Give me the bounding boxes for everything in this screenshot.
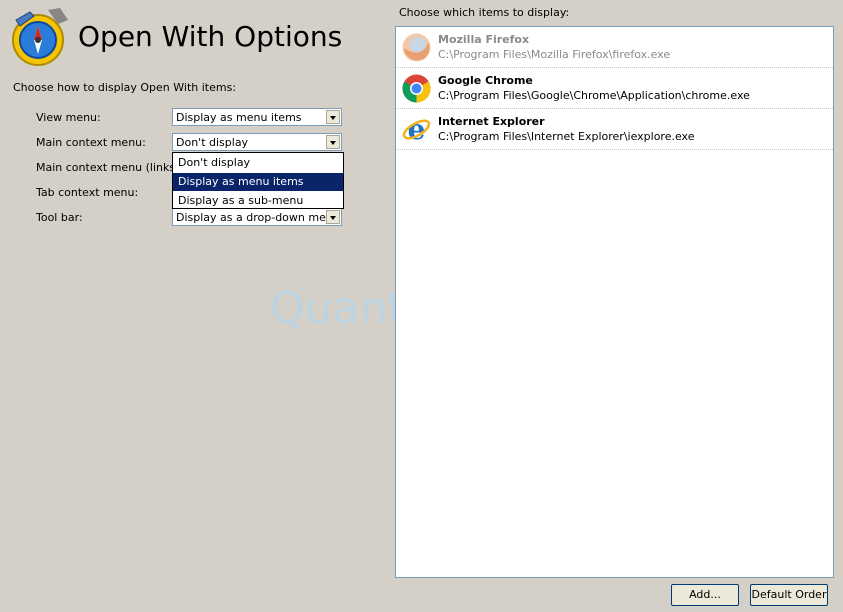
toolbar-label: Tool bar: [36,211,83,224]
main-context-menu-label: Main context menu: [36,136,146,149]
page-title: Open With Options [78,20,343,53]
browser-list[interactable]: Mozilla Firefox C:\Program Files\Mozilla… [395,26,834,578]
add-button[interactable]: Add... [671,584,739,606]
toolbar-select[interactable]: Display as a drop-down menu [172,208,342,226]
view-menu-select[interactable]: Display as menu items [172,108,342,126]
chevron-down-icon[interactable] [326,210,340,224]
toolbar-value: Display as a drop-down menu [176,211,340,224]
dropdown-option[interactable]: Don't display [173,154,343,172]
main-context-menu-dropdown: Don't display Display as menu items Disp… [172,152,344,209]
item-path: C:\Program Files\Mozilla Firefox\firefox… [438,48,671,61]
list-item[interactable]: e Internet Explorer C:\Program Files\Int… [396,109,833,150]
internet-explorer-icon: e [401,113,432,146]
default-order-button[interactable]: Default Order [750,584,828,606]
main-context-menu-select[interactable]: Don't display [172,133,342,151]
chevron-down-icon[interactable] [326,135,340,149]
list-item[interactable]: Google Chrome C:\Program Files\Google\Ch… [396,68,833,109]
view-menu-label: View menu: [36,111,101,124]
chrome-icon [401,73,432,104]
item-name: Internet Explorer [438,115,545,128]
main-context-menu-value: Don't display [176,136,249,149]
display-options-heading: Choose how to display Open With items: [13,81,237,94]
items-heading: Choose which items to display: [399,6,570,19]
chevron-down-icon[interactable] [326,110,340,124]
tab-context-menu-label: Tab context menu: [36,186,139,199]
app-logo-icon [8,6,72,70]
firefox-icon [401,32,432,63]
item-path: C:\Program Files\Google\Chrome\Applicati… [438,89,750,102]
item-path: C:\Program Files\Internet Explorer\iexpl… [438,130,695,143]
item-name: Google Chrome [438,74,533,87]
view-menu-value: Display as menu items [176,111,302,124]
dropdown-option[interactable]: Display as a sub-menu [173,192,343,210]
svg-text:e: e [408,114,426,145]
list-item[interactable]: Mozilla Firefox C:\Program Files\Mozilla… [396,27,833,68]
main-context-links-label: Main context menu (links): [36,161,184,174]
dropdown-option-selected[interactable]: Display as menu items [173,173,343,191]
item-name: Mozilla Firefox [438,33,530,46]
